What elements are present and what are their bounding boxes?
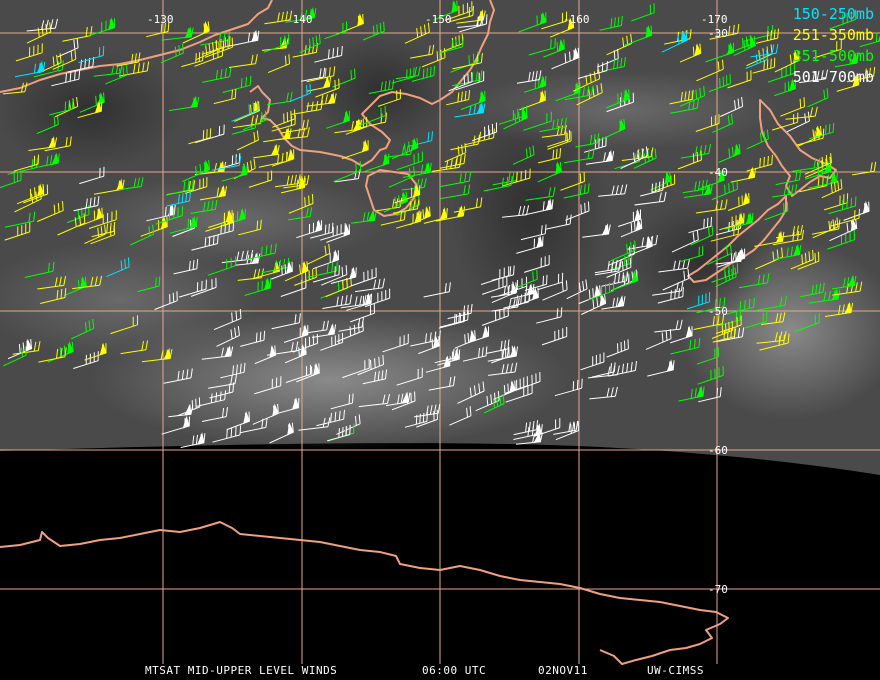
latitude-label: -50 bbox=[708, 305, 728, 318]
longitude-label: -130 bbox=[147, 13, 174, 26]
latitude-label: -40 bbox=[708, 166, 728, 179]
footer-bar: MTSAT MID-UPPER LEVEL WINDS 06:00 UTC 02… bbox=[0, 664, 880, 680]
latitude-label: -60 bbox=[708, 444, 728, 457]
legend-entry-351-500mb: 351-500mb bbox=[792, 47, 874, 65]
longitude-label: -160 bbox=[563, 13, 590, 26]
latitude-label: -30 bbox=[708, 27, 728, 40]
observation-date: 02NOV11 bbox=[538, 664, 588, 677]
legend-entry-251-350mb: 251-350mb bbox=[792, 26, 874, 44]
product-title: MTSAT MID-UPPER LEVEL WINDS bbox=[145, 664, 338, 677]
legend-entry-150-250mb: 150-250mb bbox=[792, 5, 874, 23]
longitude-label: -150 bbox=[425, 13, 452, 26]
satellite-wind-map: -130 -140 -150 -160 -170 -30 -40 -50 -60… bbox=[0, 0, 880, 680]
pressure-level-legend: 150-250mb 251-350mb 351-500mb 501-700mb bbox=[793, 4, 874, 88]
longitude-label: -140 bbox=[286, 13, 313, 26]
longitude-label: -170 bbox=[701, 13, 728, 26]
observation-time: 06:00 UTC bbox=[422, 664, 487, 677]
latitude-label: -70 bbox=[708, 583, 728, 596]
legend-entry-501-700mb: 501-700mb bbox=[792, 68, 874, 86]
data-source: UW-CIMSS bbox=[647, 664, 704, 677]
